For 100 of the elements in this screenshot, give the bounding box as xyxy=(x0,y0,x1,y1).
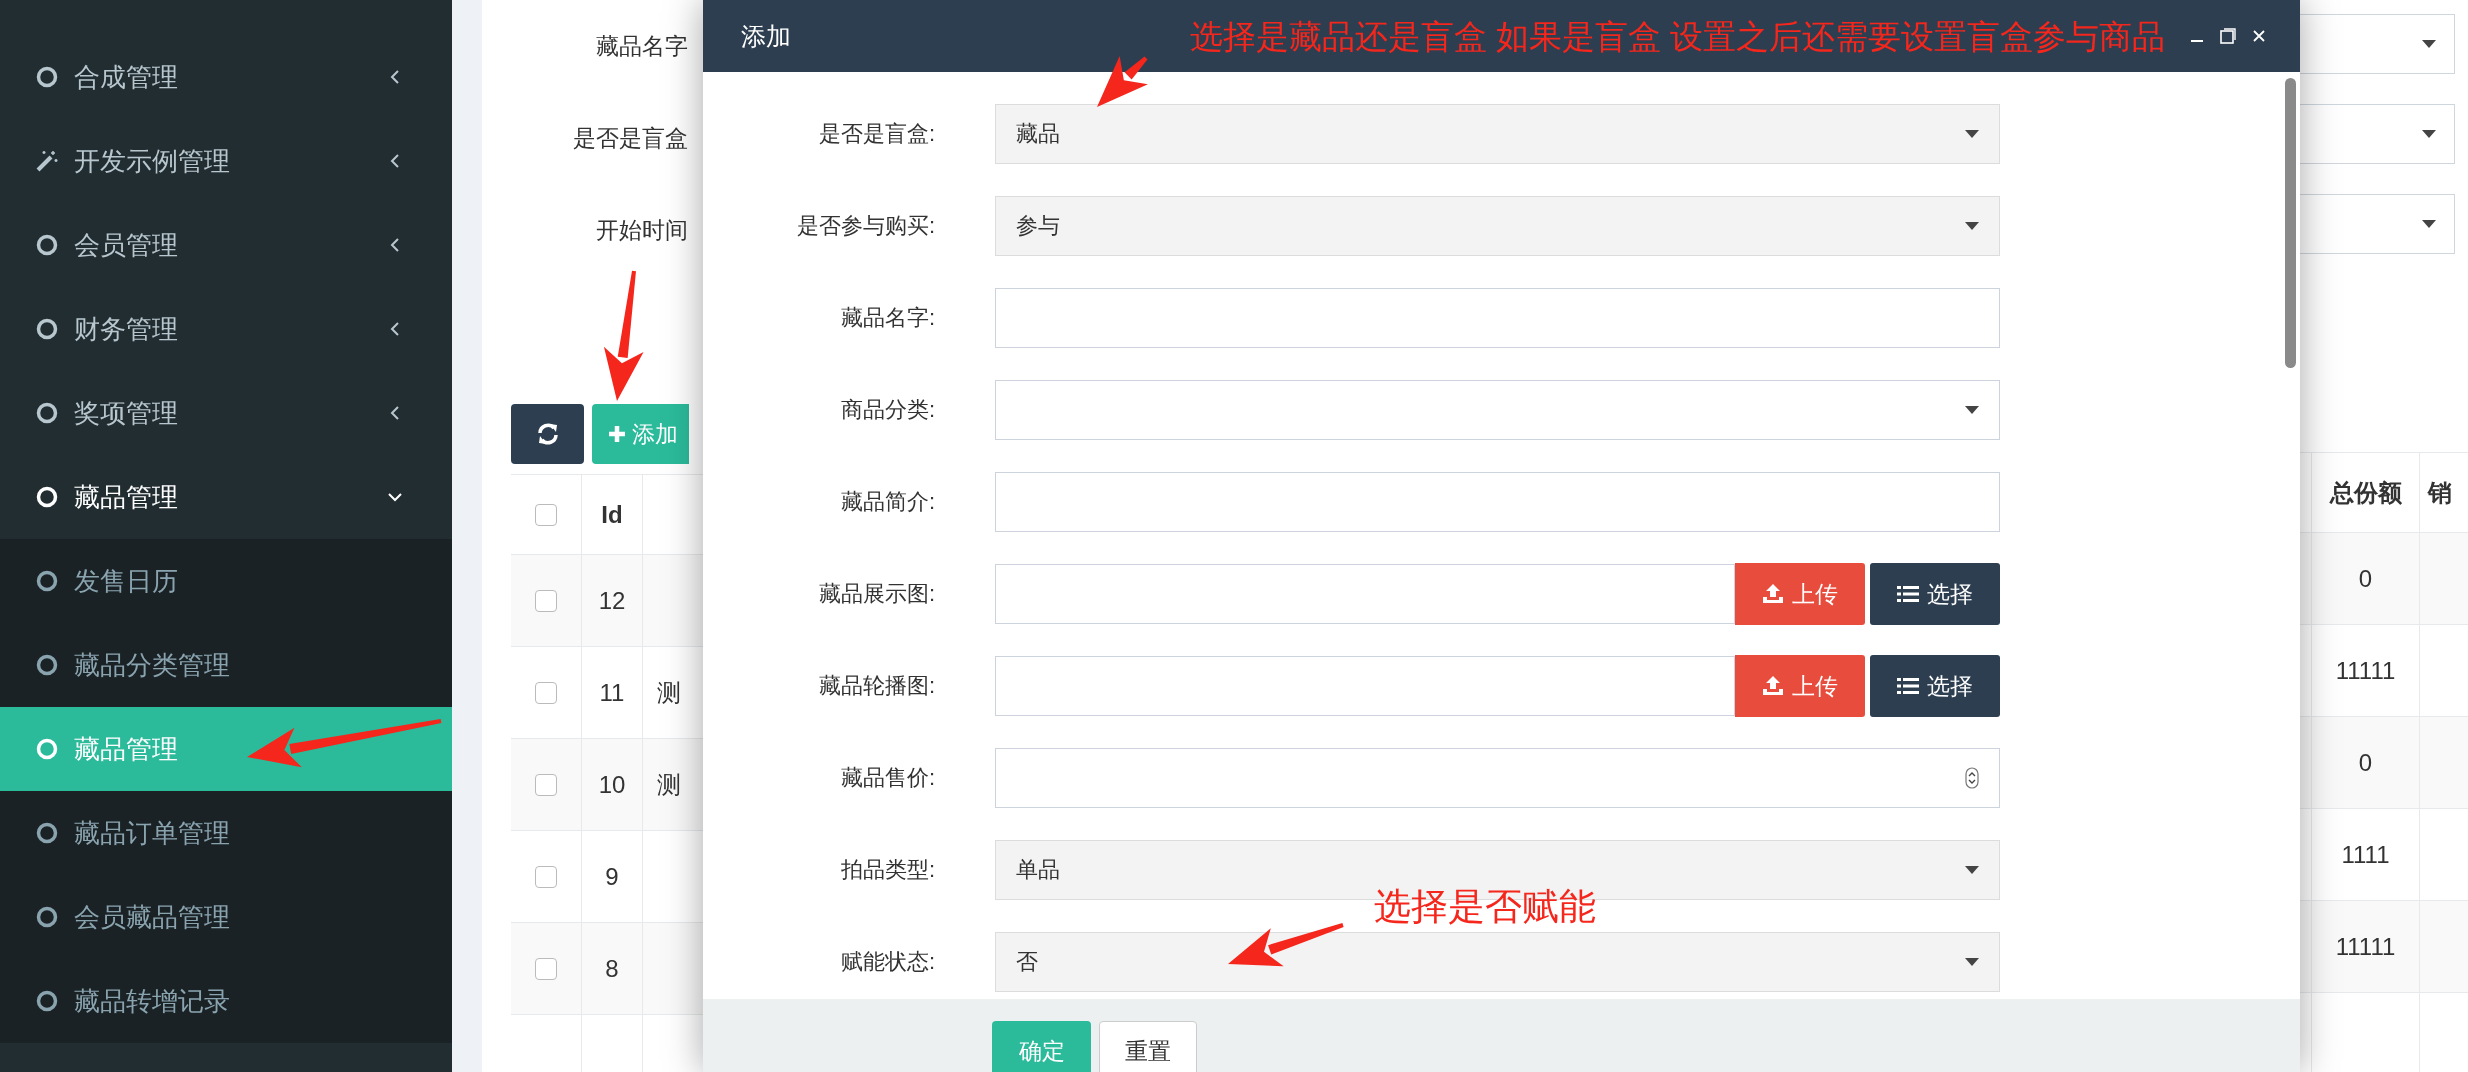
table-cell: 11 xyxy=(582,647,643,738)
checkbox[interactable] xyxy=(535,681,557,704)
annotation-text: 选择是藏品还是盲盒 如果是盲盒 设置之后还需要设置盲盒参与商品 xyxy=(1190,17,2166,57)
field-label: 藏品名字: xyxy=(839,304,935,332)
sidebar-item[interactable]: 藏品转增记录 xyxy=(0,959,452,1043)
field-label: 是否参与购买: xyxy=(795,212,935,240)
circle-icon xyxy=(36,906,58,928)
circle-icon xyxy=(36,66,58,88)
upload-button[interactable]: 上传 xyxy=(1735,655,1865,717)
sidebar-item[interactable]: 藏品订单管理 xyxy=(0,791,452,875)
chevron-left-icon xyxy=(388,238,402,252)
circle-icon xyxy=(36,822,58,844)
circle-icon xyxy=(36,486,58,508)
upload-icon xyxy=(1762,584,1784,604)
refresh-button[interactable] xyxy=(511,404,584,464)
sidebar-item[interactable]: 藏品分类管理 xyxy=(0,623,452,707)
number-field[interactable] xyxy=(995,748,2000,808)
dialog-title: 添加 xyxy=(741,20,791,52)
choose-button[interactable]: 选择 xyxy=(1870,655,2000,717)
circle-icon xyxy=(36,570,58,592)
column-header[interactable]: 销 xyxy=(2428,476,2452,509)
dropdown-field[interactable] xyxy=(2300,194,2455,254)
field-label: 赋能状态: xyxy=(839,948,935,976)
scrollbar[interactable] xyxy=(2285,78,2296,368)
caret-icon xyxy=(2422,220,2436,228)
table-cell-text: 测 xyxy=(657,769,681,800)
table-cell: 10 xyxy=(582,739,643,830)
magic-wand-icon xyxy=(36,150,58,172)
checkbox[interactable] xyxy=(535,957,557,980)
maximize-icon[interactable] xyxy=(2220,28,2236,44)
caret-icon xyxy=(2422,130,2436,138)
sidebar-item[interactable]: 发售日历 xyxy=(0,539,452,623)
input-field[interactable] xyxy=(995,472,2000,532)
refresh-icon xyxy=(535,422,560,446)
list-icon xyxy=(1897,677,1919,695)
input-field[interactable] xyxy=(995,288,2000,348)
table-cell: 1111 xyxy=(2312,809,2420,900)
checkbox[interactable] xyxy=(535,773,557,796)
sidebar-item[interactable]: 财务管理 xyxy=(0,287,452,371)
circle-icon xyxy=(36,318,58,340)
dropdown-field[interactable] xyxy=(2300,104,2455,164)
plus-icon xyxy=(608,425,626,443)
field-label: 藏品展示图: xyxy=(817,580,935,608)
caret-icon xyxy=(2422,40,2436,48)
dropdown-field[interactable]: 参与 xyxy=(995,196,2000,256)
table-cell: 9 xyxy=(582,831,643,922)
circle-icon xyxy=(36,738,58,760)
sidebar-item[interactable]: 开发示例管理 xyxy=(0,119,452,203)
table-cell-text: 测 xyxy=(657,677,681,708)
choose-button[interactable]: 选择 xyxy=(1870,563,2000,625)
circle-icon xyxy=(36,654,58,676)
table-cell: 0 xyxy=(2312,533,2420,624)
column-header[interactable]: 总份额 xyxy=(2312,453,2420,532)
sidebar-item[interactable]: 藏品管理 xyxy=(0,455,452,539)
circle-icon xyxy=(36,234,58,256)
field-label: 藏品简介: xyxy=(839,488,935,516)
dropdown-field[interactable] xyxy=(995,380,2000,440)
checkbox[interactable] xyxy=(535,503,557,526)
field-label: 拍品类型: xyxy=(839,856,935,884)
spinner-icon xyxy=(1965,767,1979,789)
list-icon xyxy=(1897,585,1919,603)
table-cell: 11111 xyxy=(2312,901,2420,992)
table-cell: 12 xyxy=(582,555,643,646)
filter-label: 开始时间 xyxy=(596,215,688,245)
checkbox[interactable] xyxy=(535,865,557,888)
table-cell: 8 xyxy=(582,923,643,1014)
dropdown-field[interactable]: 藏品 xyxy=(995,104,2000,164)
chevron-down-icon xyxy=(388,490,402,504)
table-cell: 0 xyxy=(2312,717,2420,808)
chevron-left-icon xyxy=(388,322,402,336)
circle-icon xyxy=(36,990,58,1012)
sidebar-item[interactable]: 合成管理 xyxy=(0,35,452,119)
caret-icon xyxy=(1965,130,1979,138)
dropdown-field[interactable]: 否 xyxy=(995,932,2000,992)
caret-icon xyxy=(1965,222,1979,230)
table-cell: 11111 xyxy=(2312,625,2420,716)
arrow xyxy=(1097,56,1148,107)
reset-button[interactable]: 重置 xyxy=(1099,1021,1197,1072)
input-field[interactable] xyxy=(995,564,1735,624)
close-icon[interactable] xyxy=(2252,29,2266,43)
dropdown-field[interactable] xyxy=(2300,14,2455,74)
circle-icon xyxy=(36,402,58,424)
caret-icon xyxy=(1965,958,1979,966)
sidebar-item[interactable]: 奖项管理 xyxy=(0,371,452,455)
caret-icon xyxy=(1965,866,1979,874)
upload-icon xyxy=(1762,676,1784,696)
chevron-left-icon xyxy=(388,406,402,420)
upload-button[interactable]: 上传 xyxy=(1735,563,1865,625)
filter-label: 藏品名字 xyxy=(596,31,688,61)
field-label: 是否是盲盒: xyxy=(817,120,935,148)
sidebar-item[interactable]: 会员藏品管理 xyxy=(0,875,452,959)
filter-label: 是否是盲盒 xyxy=(573,123,688,153)
field-label: 藏品轮播图: xyxy=(817,672,935,700)
checkbox[interactable] xyxy=(535,589,557,612)
chevron-left-icon xyxy=(388,70,402,84)
chevron-left-icon xyxy=(388,154,402,168)
column-header[interactable]: Id xyxy=(582,475,643,554)
sidebar-item[interactable]: 会员管理 xyxy=(0,203,452,287)
field-label: 商品分类: xyxy=(839,396,935,424)
input-field[interactable] xyxy=(995,656,1735,716)
